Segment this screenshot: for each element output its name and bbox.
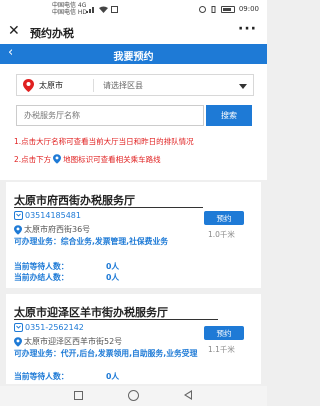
location-selector[interactable]: 太原市 请选择区县	[16, 74, 254, 96]
hall-name-underline	[14, 319, 218, 320]
notification-icon	[111, 6, 118, 13]
close-icon[interactable]: ✕	[8, 23, 20, 39]
section-header: ‹ 我要预约	[0, 44, 267, 64]
recent-apps-icon[interactable]	[74, 391, 83, 400]
tip2-prefix: 2.点击下方	[14, 155, 52, 164]
tip-queue-info: 1.点击大厅名称可查看当前大厅当日和昨日的排队情况	[14, 137, 194, 146]
business-label: 可办理业务：	[14, 349, 61, 358]
carrier-1: 中国电信 4G	[52, 2, 87, 9]
hall-phone[interactable]: 03514185481	[14, 211, 81, 220]
app-bar: ✕ 预约办税 ···	[0, 20, 267, 44]
phone-number[interactable]: 0351-2562142	[25, 323, 84, 332]
appointment-button[interactable]: 预约	[204, 326, 244, 340]
signal-icon	[86, 7, 94, 13]
map-marker-icon	[53, 154, 62, 164]
handled-count: 当前办结人数： 0人	[14, 272, 119, 283]
search-input[interactable]	[16, 105, 204, 126]
phone-icon	[14, 211, 23, 220]
alarm-icon	[198, 5, 206, 13]
hall-name-underline	[14, 207, 203, 208]
business-list: 综合业务,发票管理,社保费业务	[60, 237, 169, 246]
home-icon[interactable]	[128, 390, 139, 401]
section-title: 我要预约	[113, 52, 154, 63]
divider	[93, 79, 94, 92]
phone-number[interactable]: 03514185481	[25, 211, 81, 220]
back-nav-icon[interactable]	[184, 390, 192, 400]
search-button[interactable]: 搜索	[206, 105, 252, 126]
waiting-label: 当前等待人数：	[14, 372, 69, 381]
waiting-count: 当前等待人数： 0人	[14, 371, 119, 382]
business-list: 代开,后台,发票领用,自助服务,业务受理	[60, 349, 198, 358]
address-text: 太原市府西街36号	[24, 225, 91, 234]
city-label[interactable]: 太原市	[39, 80, 63, 91]
hall-business: 可办理业务：代开,后台,发票领用,自助服务,业务受理	[14, 349, 210, 359]
system-nav-bar	[0, 386, 267, 406]
wifi-icon	[99, 6, 108, 13]
status-icons	[86, 6, 118, 13]
chevron-down-icon[interactable]	[239, 84, 247, 89]
page-title: 预约办税	[30, 27, 74, 40]
hall-distance: 1.0千米	[208, 230, 235, 239]
carrier-2: 中国电信 HD	[52, 9, 88, 16]
district-select[interactable]: 请选择区县	[103, 80, 143, 91]
carrier-info: 中国电信 4G 中国电信 HD	[52, 2, 87, 16]
waiting-value: 0人	[106, 262, 120, 271]
status-bar: 中国电信 4G 中国电信 HD 09:00	[0, 0, 267, 20]
hall-distance: 1.1千米	[208, 345, 235, 354]
waiting-label: 当前等待人数：	[14, 262, 69, 271]
waiting-count: 当前等待人数： 0人	[14, 261, 119, 272]
address-text: 太原市迎泽区西羊市街52号	[24, 337, 123, 346]
business-label: 可办理业务：	[14, 237, 61, 246]
location-pin-icon	[23, 79, 34, 92]
handled-value: 0人	[106, 273, 120, 282]
battery-icon	[220, 5, 235, 13]
hall-address[interactable]: 太原市府西街36号	[14, 224, 90, 235]
more-icon[interactable]: ···	[238, 21, 257, 37]
hall-name[interactable]: 太原市府西街办税服务厅	[14, 192, 135, 208]
hall-name[interactable]: 太原市迎泽区羊市街办税服务厅	[14, 304, 168, 320]
map-marker-icon[interactable]	[14, 224, 22, 235]
tip-map-info: 2.点击下方 地图标识可查看相关乘车路线	[14, 154, 161, 165]
tip2-suffix: 地图标识可查看相关乘车路线	[63, 155, 161, 164]
vibrate-icon	[211, 5, 216, 13]
hall-card: 太原市府西街办税服务厅 03514185481 太原市府西街36号 可办理业务：…	[6, 182, 261, 288]
waiting-value: 0人	[106, 372, 120, 381]
status-right: 09:00	[198, 5, 259, 13]
appointment-button[interactable]: 预约	[204, 211, 244, 225]
hall-phone[interactable]: 0351-2562142	[14, 323, 84, 332]
map-marker-icon[interactable]	[14, 336, 22, 347]
hall-card: 太原市迎泽区羊市街办税服务厅 0351-2562142 太原市迎泽区西羊市街52…	[6, 294, 261, 384]
filter-panel: 太原市 请选择区县 搜索 1.点击大厅名称可查看当前大厅当日和昨日的排队情况 2…	[0, 64, 267, 180]
phone-icon	[14, 323, 23, 332]
handled-label: 当前办结人数：	[14, 273, 69, 282]
hall-business: 可办理业务：综合业务,发票管理,社保费业务	[14, 237, 210, 247]
status-time: 09:00	[238, 5, 259, 13]
hall-address[interactable]: 太原市迎泽区西羊市街52号	[14, 336, 122, 347]
